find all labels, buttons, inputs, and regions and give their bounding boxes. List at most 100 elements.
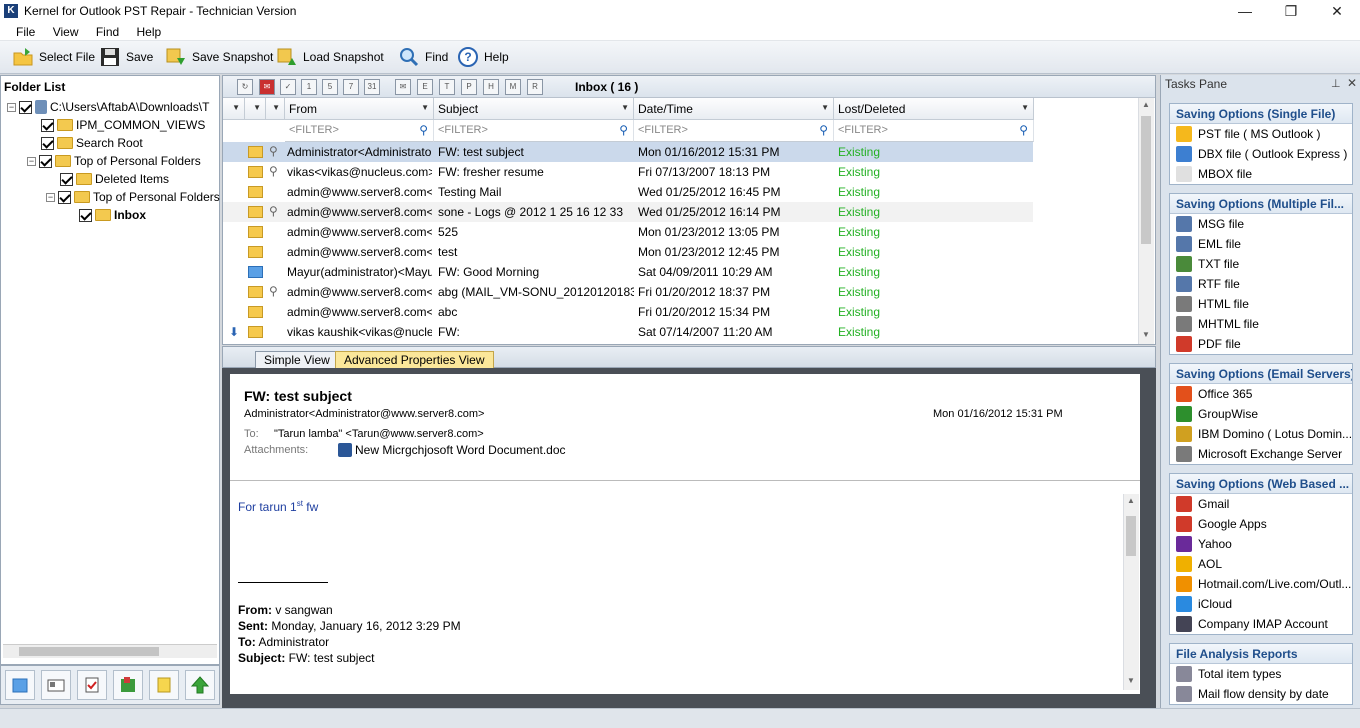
column-date-header[interactable]: Date/Time ▼ — [634, 98, 834, 120]
checkbox[interactable] — [41, 118, 54, 132]
menu-view[interactable]: View — [46, 23, 86, 41]
task-item[interactable]: Hotmail.com/Live.com/Outl... — [1170, 574, 1352, 594]
column-from-header[interactable]: From ▼ — [285, 98, 434, 120]
task-item[interactable]: Company IMAP Account — [1170, 614, 1352, 634]
month-view-icon[interactable]: 31 — [364, 79, 380, 95]
checkbox[interactable] — [60, 172, 73, 186]
task-item[interactable]: Total item types — [1170, 664, 1352, 684]
pdf-icon[interactable]: P — [461, 79, 477, 95]
task-group-header[interactable]: Saving Options (Web Based ... — [1170, 474, 1352, 494]
checkbox[interactable] — [58, 190, 71, 204]
refresh-icon[interactable]: ↻ — [237, 79, 253, 95]
collapse-icon[interactable]: − — [46, 192, 55, 202]
task-item[interactable]: RTF file — [1170, 274, 1352, 294]
envelope-icon[interactable]: ✉ — [395, 79, 411, 95]
task-item[interactable]: Mail flow density by date — [1170, 684, 1352, 704]
table-row[interactable]: ⚲ vikas<vikas@nucleus.com> FW: fresher res… — [223, 162, 1033, 182]
tree-item-ipm-common-views[interactable]: IPM_COMMON_VIEWS — [41, 116, 205, 134]
collapse-icon[interactable]: − — [7, 102, 16, 112]
load-snapshot-button[interactable]: Load Snapshot — [276, 45, 384, 69]
menu-find[interactable]: Find — [89, 23, 126, 41]
task-item[interactable]: Yahoo — [1170, 534, 1352, 554]
task-group-header[interactable]: Saving Options (Single File) — [1170, 104, 1352, 124]
scroll-thumb[interactable] — [1126, 516, 1136, 556]
rtf-icon[interactable]: R — [527, 79, 543, 95]
mhtml-icon[interactable]: M — [505, 79, 521, 95]
task-item[interactable]: MSG file — [1170, 214, 1352, 234]
subject-filter-input[interactable]: <FILTER> ⚲ — [434, 120, 634, 142]
column-subject-header[interactable]: Subject ▼ — [434, 98, 634, 120]
date-filter-input[interactable]: <FILTER> ⚲ — [634, 120, 834, 142]
table-row[interactable]: admin@www.server8.com<... abc Fri 01/20/20… — [223, 302, 1033, 322]
preview-scrollbar[interactable]: ▲ ▼ — [1123, 494, 1139, 690]
checkbox[interactable] — [41, 136, 54, 150]
checkbox[interactable] — [19, 100, 32, 114]
vertical-scrollbar[interactable]: ▲ ▼ — [1138, 98, 1154, 344]
up-arrow-button[interactable] — [185, 670, 215, 700]
select-file-button[interactable]: Select File — [12, 45, 95, 69]
task-item[interactable]: AOL — [1170, 554, 1352, 574]
table-row[interactable]: admin@www.server8.com<... Testing Mail Wed… — [223, 182, 1033, 202]
status-filter-input[interactable]: <FILTER> ⚲ — [834, 120, 1034, 142]
minimize-button[interactable]: — — [1222, 0, 1268, 23]
day-view-icon[interactable]: 1 — [301, 79, 317, 95]
pin-icon[interactable]: ⊥ — [1331, 77, 1341, 90]
task-item[interactable]: Office 365 — [1170, 384, 1352, 404]
menu-help[interactable]: Help — [130, 23, 169, 41]
task-item[interactable]: PDF file — [1170, 334, 1352, 354]
task-item[interactable]: IBM Domino ( Lotus Domin... — [1170, 424, 1352, 444]
column-icon-header[interactable]: ▼ — [223, 98, 245, 120]
task-group-header[interactable]: Saving Options (Multiple Fil... — [1170, 194, 1352, 214]
table-row[interactable]: ⚲ admin@www.server8.com<... abg (MAIL_VM-S… — [223, 282, 1033, 302]
tree-item-top-of-personal-folders-2[interactable]: − Top of Personal Folders — [46, 188, 220, 206]
task-item[interactable]: Gmail — [1170, 494, 1352, 514]
maximize-button[interactable]: ❐ — [1268, 0, 1314, 23]
task-item[interactable]: iCloud — [1170, 594, 1352, 614]
journal-view-button[interactable] — [113, 670, 143, 700]
task-item[interactable]: Google Apps — [1170, 514, 1352, 534]
save-snapshot-button[interactable]: Save Snapshot — [165, 45, 273, 69]
checkbox[interactable] — [39, 154, 52, 168]
task-filter-icon[interactable]: ✓ — [280, 79, 296, 95]
txt-icon[interactable]: T — [439, 79, 455, 95]
attachment-link[interactable]: New Micrgchjosoft Word Document.doc — [338, 443, 566, 457]
task-item[interactable]: Microsoft Exchange Server — [1170, 444, 1352, 464]
menu-file[interactable]: File — [9, 23, 42, 41]
task-item[interactable]: DBX file ( Outlook Express ) — [1170, 144, 1352, 164]
checkbox[interactable] — [79, 208, 92, 222]
tree-item-root[interactable]: − C:\Users\AftabA\Downloads\T — [7, 98, 209, 116]
notes-view-button[interactable] — [149, 670, 179, 700]
work-week-icon[interactable]: 5 — [322, 79, 338, 95]
table-row[interactable]: admin@www.server8.com<... 525 Mon 01/23/20… — [223, 222, 1033, 242]
from-filter-input[interactable]: <FILTER> ⚲ — [285, 120, 434, 142]
table-row[interactable]: vikas kaushik<vikas@nucle... FW: Sat 07/14… — [223, 322, 1033, 342]
column-attach-header[interactable]: ▼ — [245, 98, 266, 120]
mail-filter-icon[interactable]: ✉ — [259, 79, 275, 95]
tree-item-deleted-items[interactable]: Deleted Items — [60, 170, 169, 188]
task-item[interactable]: MHTML file — [1170, 314, 1352, 334]
tab-advanced-properties-view[interactable]: Advanced Properties View — [335, 351, 494, 368]
week-view-icon[interactable]: 7 — [343, 79, 359, 95]
task-item[interactable]: MBOX file — [1170, 164, 1352, 184]
tasks-view-button[interactable] — [77, 670, 107, 700]
tree-item-inbox[interactable]: Inbox — [79, 206, 146, 224]
tree-item-top-of-personal-folders[interactable]: − Top of Personal Folders — [27, 152, 201, 170]
close-button[interactable]: ✕ — [1314, 0, 1360, 23]
task-group-header[interactable]: Saving Options (Email Servers) — [1170, 364, 1352, 384]
task-item[interactable]: GroupWise — [1170, 404, 1352, 424]
scroll-thumb[interactable] — [19, 647, 159, 656]
calendar-view-button[interactable] — [5, 670, 35, 700]
table-row[interactable]: Mayur(administrator)<Mayur(... FW: Good M… — [223, 262, 1033, 282]
task-item[interactable]: TXT file — [1170, 254, 1352, 274]
table-row[interactable]: ⚲ Administrator<Administrator... FW: test … — [223, 142, 1033, 162]
tree-item-search-root[interactable]: Search Root — [41, 134, 143, 152]
find-button[interactable]: Find — [398, 45, 448, 69]
eml-icon[interactable]: E — [417, 79, 433, 95]
table-row[interactable]: ⚲ admin@www.server8.com<... sone - Logs @ … — [223, 202, 1033, 222]
html-icon[interactable]: H — [483, 79, 499, 95]
task-item[interactable]: EML file — [1170, 234, 1352, 254]
contacts-view-button[interactable] — [41, 670, 71, 700]
horizontal-scrollbar[interactable] — [3, 644, 217, 658]
task-item[interactable]: PST file ( MS Outlook ) — [1170, 124, 1352, 144]
tab-simple-view[interactable]: Simple View — [255, 351, 339, 368]
